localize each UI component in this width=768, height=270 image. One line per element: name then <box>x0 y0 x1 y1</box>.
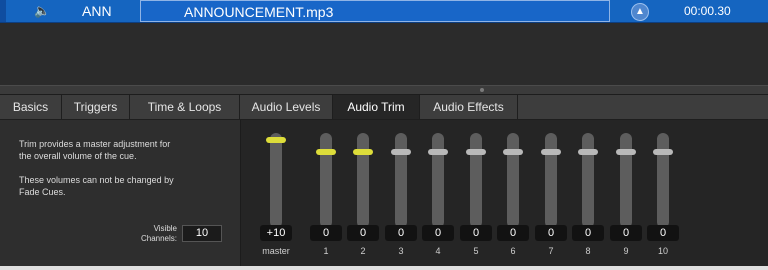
fader-track[interactable] <box>395 133 407 228</box>
fader-track[interactable] <box>432 133 444 228</box>
cue-duration[interactable]: 00:00.30 <box>684 0 731 22</box>
bottom-strip <box>0 266 768 270</box>
visible-channels-label: Visible Channels: <box>122 224 177 244</box>
divider-grip-icon[interactable] <box>480 88 484 92</box>
info-line-3: These volumes can not be changed by <box>19 175 174 185</box>
fader-handle[interactable] <box>541 149 561 156</box>
fader-label: 4 <box>435 246 441 256</box>
fader-track[interactable] <box>270 133 282 228</box>
fader-handle[interactable] <box>578 149 598 156</box>
fader-value-field[interactable]: +10 <box>260 225 292 241</box>
fader-label: master <box>262 246 290 256</box>
visible-channels-field[interactable]: 10 <box>182 225 222 242</box>
fader-handle[interactable] <box>503 149 523 156</box>
fader-label: 10 <box>657 246 668 256</box>
fader-label: 9 <box>623 246 629 256</box>
fader-track[interactable] <box>657 133 669 228</box>
fader-value-field[interactable]: 0 <box>535 225 567 241</box>
fader-value-field[interactable]: 0 <box>347 225 379 241</box>
inspector-tabs: Basics Triggers Time & Loops Audio Level… <box>0 95 768 120</box>
fader-label: 8 <box>585 246 591 256</box>
fader-value-field[interactable]: 0 <box>647 225 679 241</box>
trim-info-panel: Trim provides a master adjustment for th… <box>0 120 241 266</box>
fader-label: 5 <box>473 246 479 256</box>
cue-name-field[interactable]: ANNOUNCEMENT.mp3 <box>140 0 610 22</box>
split-view-divider[interactable] <box>0 85 768 95</box>
trim-faders: +10 master 0 1 0 2 0 3 0 4 0 5 0 6 0 7 0 8 0 9 0 10 <box>241 120 768 266</box>
cue-row[interactable]: 🔈 ANN ANNOUNCEMENT.mp3 ▲ 00:00.30 <box>0 0 768 23</box>
fader-handle[interactable] <box>353 149 373 156</box>
fader-track[interactable] <box>357 133 369 228</box>
fader-label: 3 <box>398 246 404 256</box>
fader-track[interactable] <box>470 133 482 228</box>
fader-track[interactable] <box>582 133 594 228</box>
tab-triggers[interactable]: Triggers <box>62 95 130 119</box>
fader-value-field[interactable]: 0 <box>572 225 604 241</box>
fader-value-field[interactable]: 0 <box>610 225 642 241</box>
tab-basics[interactable]: Basics <box>0 95 62 119</box>
fader-track[interactable] <box>320 133 332 228</box>
fader-track[interactable] <box>545 133 557 228</box>
fader-handle[interactable] <box>428 149 448 156</box>
fader-value-field[interactable]: 0 <box>310 225 342 241</box>
selection-strip <box>0 0 6 22</box>
fader-handle[interactable] <box>266 137 286 143</box>
fader-handle[interactable] <box>391 149 411 156</box>
fader-track[interactable] <box>507 133 519 228</box>
arrow-up-circle-icon[interactable]: ▲ <box>631 3 649 21</box>
fader-label: 7 <box>548 246 554 256</box>
tab-audio-effects[interactable]: Audio Effects <box>420 95 518 119</box>
cue-number[interactable]: ANN <box>82 0 112 22</box>
tab-audio-trim[interactable]: Audio Trim <box>333 95 420 119</box>
fader-value-field[interactable]: 0 <box>497 225 529 241</box>
fader-handle[interactable] <box>466 149 486 156</box>
cue-list-empty-area[interactable] <box>0 23 768 85</box>
fader-value-field[interactable]: 0 <box>460 225 492 241</box>
fader-label: 2 <box>360 246 366 256</box>
visible-label-line-2: Channels: <box>140 234 177 243</box>
info-line-1: Trim provides a master adjustment for <box>19 139 171 149</box>
fader-label: 6 <box>510 246 516 256</box>
fader-label: 1 <box>323 246 329 256</box>
tab-audio-levels[interactable]: Audio Levels <box>240 95 333 119</box>
fader-handle[interactable] <box>316 149 336 156</box>
info-line-2: the overall volume of the cue. <box>19 151 137 161</box>
tab-time-loops[interactable]: Time & Loops <box>130 95 240 119</box>
fader-value-field[interactable]: 0 <box>385 225 417 241</box>
visible-label-line-1: Visible <box>153 224 177 233</box>
fader-track[interactable] <box>620 133 632 228</box>
fader-handle[interactable] <box>616 149 636 156</box>
speaker-icon: 🔈 <box>34 3 51 18</box>
info-line-4: Fade Cues. <box>19 187 66 197</box>
fader-handle[interactable] <box>653 149 673 156</box>
fader-value-field[interactable]: 0 <box>422 225 454 241</box>
